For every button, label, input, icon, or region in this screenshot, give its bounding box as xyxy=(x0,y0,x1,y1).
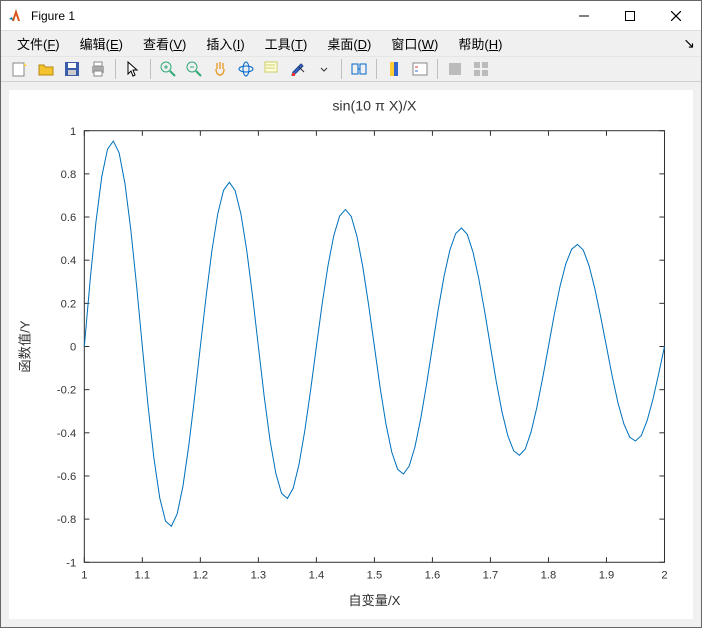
show-plot-tools-icon[interactable] xyxy=(469,57,493,81)
toolbar xyxy=(1,56,701,82)
x-tick-label: 1.6 xyxy=(425,570,441,582)
y-tick-label: -0.8 xyxy=(57,514,76,526)
menu-w[interactable]: 窗口(W) xyxy=(381,31,448,56)
pan-icon[interactable] xyxy=(208,57,232,81)
chart-title: sin(10 π X)/X xyxy=(332,98,417,114)
x-tick-label: 1.4 xyxy=(309,570,325,582)
figure-window: Figure 1 文件(F)编辑(E)查看(V)插入(I)工具(T)桌面(D)窗… xyxy=(0,0,702,628)
open-icon[interactable] xyxy=(34,57,58,81)
x-axis-label: 自变量/X xyxy=(348,593,400,608)
y-tick-label: -0.4 xyxy=(57,428,76,440)
menu-bar: 文件(F)编辑(E)查看(V)插入(I)工具(T)桌面(D)窗口(W)帮助(H)… xyxy=(1,31,701,56)
y-tick-label: -0.2 xyxy=(57,385,76,397)
print-icon[interactable] xyxy=(86,57,110,81)
colorbar-icon[interactable] xyxy=(382,57,406,81)
x-tick-label: 1.3 xyxy=(251,570,267,582)
maximize-button[interactable] xyxy=(607,1,653,31)
toolbar-separator xyxy=(376,59,377,79)
save-icon[interactable] xyxy=(60,57,84,81)
data-cursor-icon[interactable] xyxy=(260,57,284,81)
minimize-button[interactable] xyxy=(561,1,607,31)
y-tick-label: 0.6 xyxy=(61,212,77,224)
dock-icon[interactable]: ↘ xyxy=(683,35,695,52)
menu-d[interactable]: 桌面(D) xyxy=(317,31,381,56)
y-tick-label: 0.4 xyxy=(61,255,77,267)
matlab-icon xyxy=(7,7,25,25)
dropdown-icon[interactable] xyxy=(312,57,336,81)
brush-icon[interactable] xyxy=(286,57,310,81)
menu-t[interactable]: 工具(T) xyxy=(255,31,318,56)
y-tick-label: 1 xyxy=(70,126,76,138)
x-tick-label: 2 xyxy=(661,570,667,582)
x-tick-label: 1.7 xyxy=(483,570,499,582)
x-tick-label: 1 xyxy=(81,570,87,582)
hide-plot-tools-icon[interactable] xyxy=(443,57,467,81)
new-figure-icon[interactable] xyxy=(8,57,32,81)
figure-area: sin(10 π X)/X 1 1.1 1.2 1.3 1.4 1.5 1.6 1.7 1.8 1.… xyxy=(1,82,701,627)
x-tick-label: 1.1 xyxy=(135,570,151,582)
chart-svg: sin(10 π X)/X 1 1.1 1.2 1.3 1.4 1.5 1.6 1.7 1.8 1.… xyxy=(9,90,693,619)
x-tick-label: 1.5 xyxy=(367,570,383,582)
y-tick-label: -0.6 xyxy=(57,471,76,483)
menu-v[interactable]: 查看(V) xyxy=(133,31,196,56)
menu-h[interactable]: 帮助(H) xyxy=(448,31,512,56)
y-tick-label: 0.2 xyxy=(61,298,77,310)
menu-i[interactable]: 插入(I) xyxy=(196,31,254,56)
title-bar: Figure 1 xyxy=(1,1,701,31)
toolbar-separator xyxy=(115,59,116,79)
y-tick-label: -1 xyxy=(66,557,76,569)
legend-icon[interactable] xyxy=(408,57,432,81)
x-tick-label: 1.8 xyxy=(541,570,557,582)
menu-f[interactable]: 文件(F) xyxy=(7,31,70,56)
toolbar-separator xyxy=(150,59,151,79)
zoom-out-icon[interactable] xyxy=(182,57,206,81)
data-line xyxy=(84,141,664,526)
menu-e[interactable]: 编辑(E) xyxy=(70,31,133,56)
pointer-icon[interactable] xyxy=(121,57,145,81)
toolbar-separator xyxy=(437,59,438,79)
link-icon[interactable] xyxy=(347,57,371,81)
axes-container[interactable]: sin(10 π X)/X 1 1.1 1.2 1.3 1.4 1.5 1.6 1.7 1.8 1.… xyxy=(9,90,693,619)
x-tick-label: 1.2 xyxy=(193,570,209,582)
rotate-3d-icon[interactable] xyxy=(234,57,258,81)
y-tick-label: 0.8 xyxy=(61,169,77,181)
y-tick-label: 0 xyxy=(70,342,76,354)
zoom-in-icon[interactable] xyxy=(156,57,180,81)
toolbar-separator xyxy=(341,59,342,79)
x-tick-label: 1.9 xyxy=(599,570,615,582)
y-axis-label: 函数值/Y xyxy=(17,320,32,372)
close-button[interactable] xyxy=(653,1,699,31)
window-title: Figure 1 xyxy=(31,9,561,23)
